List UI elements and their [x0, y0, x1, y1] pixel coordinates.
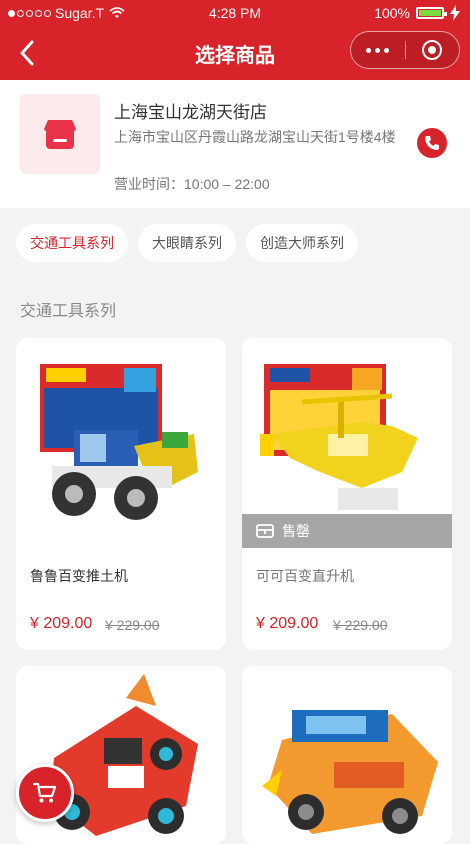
section-title: 交通工具系列	[20, 303, 117, 320]
store-hours: 营业时间：10:00 – 22:00	[114, 176, 270, 192]
status-bar: Sugar.T 4:28 PM 100%	[0, 0, 470, 26]
product-price: ¥ 209.00	[256, 615, 319, 632]
product-original-price: ¥ 229.00	[333, 617, 388, 633]
cart-icon	[33, 782, 57, 803]
status-right: 100%	[374, 5, 460, 21]
close-miniprogram-button[interactable]	[406, 40, 460, 60]
charging-icon	[450, 5, 460, 21]
phone-icon	[425, 136, 439, 150]
product-image	[16, 338, 226, 548]
miniprogram-capsule	[350, 31, 460, 69]
more-dots-icon	[366, 47, 372, 53]
category-tabs: 交通工具系列 大眼睛系列 创造大师系列	[16, 224, 358, 262]
tab-creator-master-series[interactable]: 创造大师系列	[246, 224, 358, 262]
box-icon	[256, 524, 274, 538]
sold-out-label: 售罄	[282, 523, 310, 539]
target-icon	[422, 40, 443, 60]
call-button[interactable]	[417, 128, 447, 158]
more-button[interactable]	[351, 47, 405, 53]
product-name: 鲁鲁百变推土机	[30, 568, 128, 584]
nav-bar: 选择商品	[0, 26, 470, 80]
store-icon	[44, 120, 76, 149]
tab-traffic-series[interactable]: 交通工具系列	[16, 224, 128, 262]
store-name: 上海宝山龙湖天街店	[114, 103, 267, 122]
battery-icon	[416, 7, 447, 19]
sold-out-badge: 售罄	[242, 514, 452, 548]
product-original-price: ¥ 229.00	[105, 617, 160, 633]
product-image	[242, 666, 452, 844]
product-price: ¥ 209.00	[30, 615, 93, 632]
battery-percent: 100%	[374, 5, 410, 21]
product-name: 可可百变直升机	[256, 568, 354, 584]
cart-button[interactable]	[16, 764, 74, 822]
product-card[interactable]	[242, 666, 452, 844]
product-card[interactable]: 售罄 可可百变直升机 ¥ 209.00 ¥ 229.00	[242, 338, 452, 650]
store-card: 上海宝山龙湖天街店 上海市宝山区丹霞山路龙湖宝山天街1号楼4楼 营业时间：10:…	[0, 80, 470, 208]
store-logo	[20, 94, 100, 174]
header: Sugar.T 4:28 PM 100% 选择商品	[0, 0, 470, 80]
tab-big-eyes-series[interactable]: 大眼睛系列	[138, 224, 236, 262]
product-card[interactable]: 鲁鲁百变推土机 ¥ 209.00 ¥ 229.00	[16, 338, 226, 650]
store-address: 上海市宝山区丹霞山路龙湖宝山天街1号楼4楼	[114, 129, 396, 145]
